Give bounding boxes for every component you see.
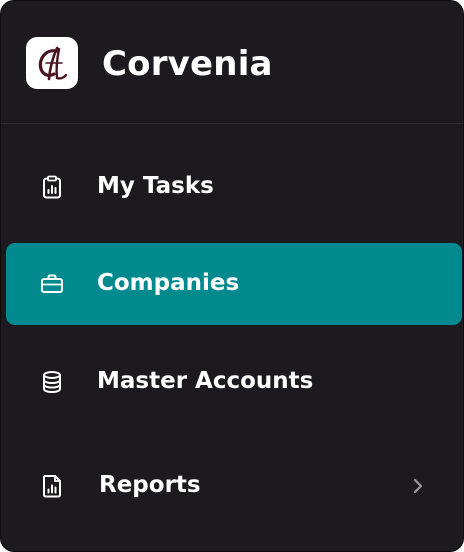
database-icon <box>39 369 65 395</box>
sidebar-item-my-tasks[interactable]: My Tasks <box>6 146 462 228</box>
chevron-right-icon[interactable] <box>407 474 429 498</box>
sidebar: Corvenia My Tasks Companies Master Accou… <box>0 0 464 552</box>
corvenia-logo-icon[interactable] <box>26 37 78 89</box>
sidebar-item-label: Companies <box>97 270 240 296</box>
sidebar-item-reports[interactable]: Reports <box>6 445 462 527</box>
sidebar-item-master-accounts[interactable]: Master Accounts <box>6 341 462 423</box>
sidebar-item-label: My Tasks <box>97 173 214 199</box>
sidebar-item-label: Master Accounts <box>97 368 314 394</box>
sidebar-item-label: Reports <box>99 472 201 498</box>
app-title: Corvenia <box>102 44 273 84</box>
briefcase-icon <box>39 271 65 297</box>
report-chart-icon <box>39 473 65 499</box>
clipboard-chart-icon <box>39 174 65 200</box>
sidebar-header: Corvenia <box>1 1 463 124</box>
sidebar-item-companies[interactable]: Companies <box>6 243 462 325</box>
